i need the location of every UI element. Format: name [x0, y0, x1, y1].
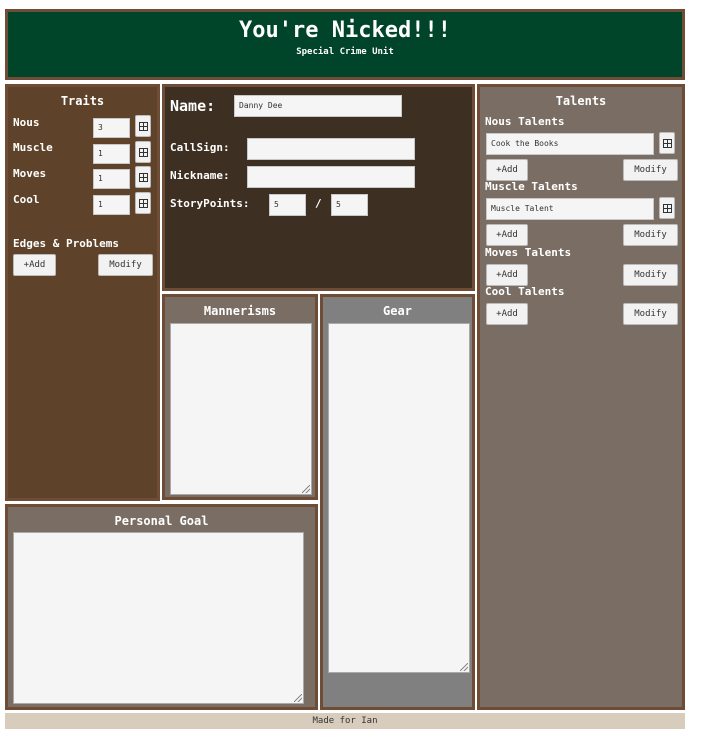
app-header: You're Nicked!!! Special Crime Unit: [5, 9, 685, 80]
dice-button-cool[interactable]: [135, 192, 151, 214]
cool-talents-title: Cool Talents: [485, 285, 565, 298]
dice-icon: [138, 147, 148, 157]
moves-talent-modify-button[interactable]: Modify: [623, 264, 678, 286]
muscle-talent-modify-button[interactable]: Modify: [623, 224, 678, 246]
muscle-talent-add-button[interactable]: +Add: [486, 224, 528, 246]
resize-grip-icon[interactable]: [294, 694, 302, 702]
dice-icon: [138, 121, 148, 131]
trait-label-nous: Nous: [13, 116, 40, 129]
character-panel: Name: Danny Dee CallSign: Nickname: Stor…: [162, 84, 475, 291]
muscle-talents-title: Muscle Talents: [485, 180, 578, 193]
nous-talent-select[interactable]: Cook the Books: [486, 133, 654, 155]
gear-title: Gear: [383, 304, 412, 318]
storypoints-current-input[interactable]: 5: [269, 194, 306, 216]
cool-talent-modify-button[interactable]: Modify: [623, 303, 678, 325]
personal-goal-panel: Personal Goal: [5, 504, 318, 710]
name-input[interactable]: Danny Dee: [234, 95, 402, 117]
gear-panel: Gear: [320, 294, 475, 710]
storypoints-label: StoryPoints:: [170, 197, 250, 210]
edges-modify-button[interactable]: Modify: [98, 254, 153, 276]
nous-talent-add-button[interactable]: +Add: [486, 159, 528, 181]
dice-button-moves[interactable]: [135, 166, 151, 188]
moves-talents-title: Moves Talents: [485, 246, 572, 259]
personal-goal-textarea[interactable]: [13, 532, 304, 704]
muscle-talent-dice-button[interactable]: [659, 197, 675, 219]
nous-talents-title: Nous Talents: [485, 115, 565, 128]
gear-textarea[interactable]: [328, 323, 470, 673]
edges-problems-title: Edges & Problems: [13, 237, 119, 250]
edges-add-button[interactable]: +Add: [13, 254, 56, 276]
moves-talent-add-button[interactable]: +Add: [486, 264, 528, 286]
cool-talent-add-button[interactable]: +Add: [486, 303, 528, 325]
trait-label-cool: Cool: [13, 193, 40, 206]
callsign-input[interactable]: [247, 138, 415, 160]
traits-title: Traits: [60, 94, 105, 108]
callsign-label: CallSign:: [170, 141, 230, 154]
storypoints-separator: /: [315, 197, 322, 210]
trait-input-muscle[interactable]: 1: [93, 144, 130, 164]
trait-input-moves[interactable]: 1: [93, 169, 130, 189]
resize-grip-icon[interactable]: [302, 485, 310, 493]
app-subtitle: Special Crime Unit: [296, 47, 394, 57]
app-title: You're Nicked!!!: [239, 18, 451, 43]
trait-input-nous[interactable]: 3: [93, 118, 130, 138]
nickname-label: Nickname:: [170, 169, 230, 182]
talents-panel: Talents Nous Talents Cook the Books +Add…: [477, 84, 685, 710]
talents-title: Talents: [555, 94, 607, 108]
footer: Made for Ian: [5, 713, 685, 729]
resize-grip-icon[interactable]: [460, 663, 468, 671]
traits-panel: Traits Nous 3 Muscle 1 Moves 1 Cool 1 Ed…: [5, 84, 160, 501]
trait-label-muscle: Muscle: [13, 141, 53, 154]
dice-button-nous[interactable]: [135, 115, 151, 137]
nous-talent-modify-button[interactable]: Modify: [623, 159, 678, 181]
dice-icon: [662, 203, 672, 213]
trait-input-cool[interactable]: 1: [93, 195, 130, 215]
trait-label-moves: Moves: [13, 167, 47, 180]
storypoints-max-input[interactable]: 5: [331, 194, 368, 216]
dice-button-muscle[interactable]: [135, 141, 151, 163]
personal-goal-title: Personal Goal: [114, 514, 209, 528]
nickname-input[interactable]: [247, 166, 415, 188]
dice-icon: [138, 198, 148, 208]
mannerisms-panel: Mannerisms: [162, 294, 318, 500]
mannerisms-title: Mannerisms: [203, 304, 277, 318]
nous-talent-dice-button[interactable]: [659, 132, 675, 154]
muscle-talent-select[interactable]: Muscle Talent: [486, 198, 654, 220]
dice-icon: [138, 172, 148, 182]
name-label: Name:: [170, 97, 216, 115]
dice-icon: [662, 138, 672, 148]
mannerisms-textarea[interactable]: [170, 323, 312, 495]
